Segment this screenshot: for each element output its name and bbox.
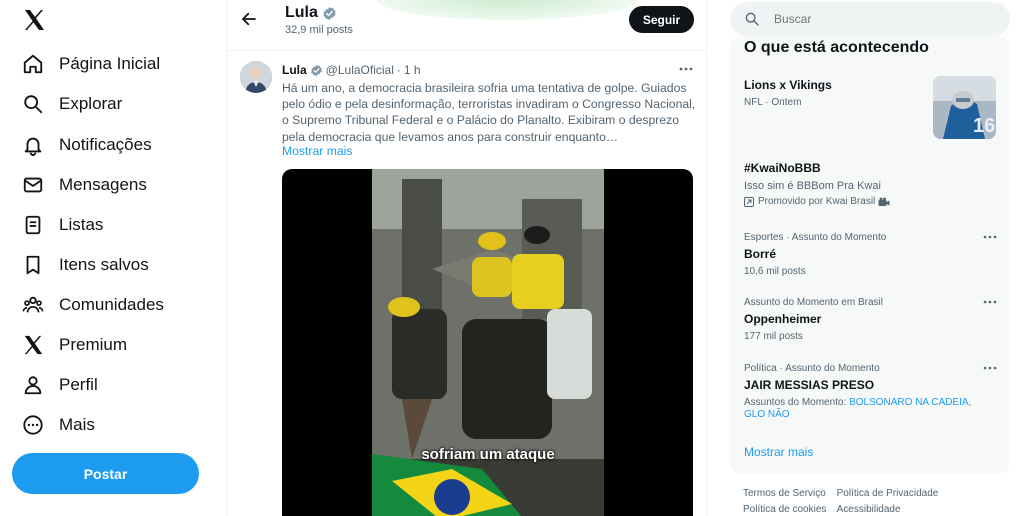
more-options-icon[interactable]	[983, 299, 997, 305]
nav-label: Perfil	[59, 375, 98, 394]
verified-badge-icon	[310, 64, 322, 76]
tweet-video[interactable]: sofriam um ataque	[282, 169, 693, 516]
trend-name: Borré	[744, 247, 777, 261]
trend-item[interactable]: Política · Assunto do Momento JAIR MESSI…	[744, 363, 999, 421]
promoted-icon	[744, 196, 754, 207]
search-box[interactable]	[730, 2, 1010, 36]
trend-name: Oppenheimer	[744, 312, 822, 326]
footer-link[interactable]: Política de Privacidade	[837, 488, 939, 499]
tweet-timestamp[interactable]: 1 h	[404, 63, 421, 77]
back-arrow-icon[interactable]	[240, 10, 258, 28]
footer-link[interactable]: Política de cookies	[743, 504, 826, 515]
related-link[interactable]: GLO NÃO	[744, 409, 790, 420]
nav-label: Comunidades	[59, 295, 164, 314]
avatar[interactable]	[240, 61, 272, 93]
footer-row: Política de cookies Acessibilidade	[743, 504, 909, 515]
list-icon	[25, 215, 41, 235]
left-navigation: Página Inicial Explorar Notificações Men…	[0, 0, 226, 516]
main-column: Lula 32,9 mil posts Seguir Lula @LulaOfi…	[226, 0, 707, 516]
tweet-text: Há um ano, a democracia brasileira sofri…	[282, 81, 696, 144]
trend-meta: Política · Assunto do Momento	[744, 363, 880, 374]
trends-panel: O que está acontecendo Lions x Vikings N…	[730, 36, 1010, 474]
nav-item-communities[interactable]: Comunidades	[22, 288, 164, 322]
tweet-handle[interactable]: @LulaOficial	[326, 63, 394, 77]
related-prefix: Assuntos do Momento:	[744, 397, 847, 408]
trend-name: #KwaiNoBBB	[744, 161, 821, 175]
nav-label: Listas	[59, 215, 104, 234]
show-more-link[interactable]: Mostrar mais	[282, 144, 352, 158]
video-frame: sofriam um ataque	[372, 169, 604, 516]
search-icon	[24, 95, 43, 114]
more-circle-icon	[23, 415, 43, 435]
nav-item-more[interactable]: Mais	[22, 408, 95, 442]
show-more-trends-link[interactable]: Mostrar mais	[744, 445, 813, 459]
nav-item-lists[interactable]: Listas	[22, 208, 103, 242]
bookmark-icon	[26, 255, 40, 275]
trend-item[interactable]: Assunto do Momento em Brasil Oppenheimer…	[744, 297, 999, 342]
tweet-header: Lula @LulaOficial · 1 h	[282, 63, 421, 77]
more-options-icon[interactable]	[983, 234, 997, 240]
footer-link[interactable]: Termos de Serviço	[743, 488, 826, 499]
profile-header: Lula 32,9 mil posts Seguir	[227, 0, 706, 50]
footer-link[interactable]: Acessibilidade	[837, 504, 901, 515]
bell-icon	[24, 137, 42, 156]
trend-related: Assuntos do Momento: BOLSONARO NA CADEIA…	[744, 397, 999, 421]
trend-image: 16	[933, 76, 996, 139]
video-caption: sofriam um ataque	[421, 446, 555, 463]
search-input[interactable]	[774, 12, 994, 26]
trend-meta: Assunto do Momento em Brasil	[744, 297, 883, 308]
more-options-icon[interactable]	[983, 365, 997, 371]
verified-badge-icon	[323, 6, 336, 20]
right-sidebar: O que está acontecendo Lions x Vikings N…	[707, 0, 1024, 516]
nav-item-profile[interactable]: Perfil	[22, 368, 98, 402]
post-button[interactable]: Postar	[12, 453, 199, 494]
separator-dot: ·	[396, 63, 401, 77]
promoted-line: Promovido por Kwai Brasil	[744, 196, 999, 207]
trend-post-count: 177 mil posts	[744, 331, 803, 342]
tweet[interactable]: Lula @LulaOficial · 1 h Há um ano, a dem…	[227, 50, 706, 516]
follow-button[interactable]: Seguir	[629, 6, 694, 33]
profile-name-text: Lula	[285, 4, 318, 21]
nav-item-premium[interactable]: Premium	[22, 328, 127, 362]
trend-item-promoted[interactable]: #KwaiNoBBB Isso sim é BBBom Pra Kwai Pro…	[744, 161, 999, 207]
video-scene	[372, 169, 604, 516]
trend-name: JAIR MESSIAS PRESO	[744, 378, 875, 392]
trend-subtitle: Isso sim é BBBom Pra Kwai	[744, 180, 881, 192]
x-logo-icon[interactable]	[22, 8, 46, 32]
related-link[interactable]: BOLSONARO NA CADEIA,	[849, 397, 971, 408]
nav-item-explore[interactable]: Explorar	[22, 87, 122, 121]
footer-row: Termos de Serviço Política de Privacidad…	[743, 488, 946, 499]
profile-post-count: 32,9 mil posts	[285, 24, 353, 36]
header-banner-blur	[377, 0, 637, 20]
profile-name: Lula	[285, 4, 337, 22]
nav-label: Página Inicial	[59, 54, 161, 73]
nav-label: Mais	[59, 415, 95, 434]
x-logo-icon	[24, 335, 43, 355]
nav-label: Premium	[59, 335, 128, 354]
envelope-icon	[23, 177, 43, 193]
nav-label: Notificações	[59, 135, 152, 154]
tweet-author[interactable]: Lula	[282, 63, 307, 77]
nav-item-notifications[interactable]: Notificações	[22, 128, 152, 162]
person-icon	[24, 376, 42, 395]
more-options-icon[interactable]	[678, 65, 694, 73]
nav-item-home[interactable]: Página Inicial	[22, 47, 160, 81]
trends-title: O que está acontecendo	[744, 39, 929, 56]
nav-item-messages[interactable]: Mensagens	[22, 168, 147, 202]
nav-label: Mensagens	[59, 175, 147, 194]
camera-emoji-icon	[878, 197, 890, 206]
trend-post-count: 10,6 mil posts	[744, 266, 806, 277]
trend-item[interactable]: Esportes · Assunto do Momento Borré 10,6…	[744, 232, 999, 277]
people-icon	[22, 296, 44, 313]
nav-label: Itens salvos	[59, 255, 149, 274]
trend-meta: Esportes · Assunto do Momento	[744, 232, 887, 243]
promoted-by: Promovido por Kwai Brasil	[758, 196, 876, 207]
svg-text:16: 16	[973, 115, 995, 137]
search-icon	[745, 12, 759, 26]
avatar-image	[240, 61, 272, 93]
home-icon	[23, 54, 43, 74]
trend-thumbnail[interactable]: 16	[933, 76, 996, 139]
nav-label: Explorar	[59, 94, 123, 113]
nav-item-bookmarks[interactable]: Itens salvos	[22, 248, 149, 282]
